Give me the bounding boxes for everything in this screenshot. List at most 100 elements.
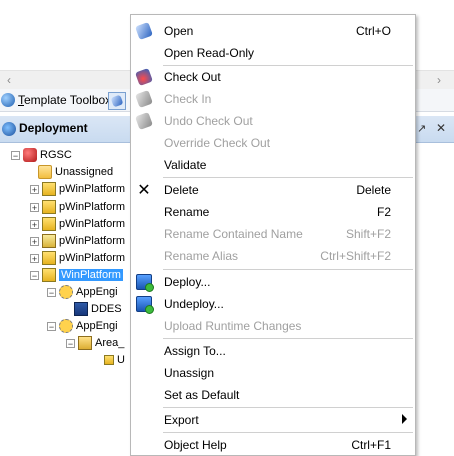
expand-icon[interactable]: + [30, 253, 39, 263]
close-icon[interactable]: ✕ [436, 121, 446, 135]
deployment-icon [2, 122, 16, 136]
menu-item-delete[interactable]: ✕ Delete Delete [131, 179, 415, 201]
tree-node-label: WinPlatform [59, 269, 123, 281]
platform-icon [42, 251, 56, 265]
area-icon [78, 336, 92, 350]
tree-node-label: AppEngi [76, 286, 118, 298]
menu-item-validate[interactable]: Validate [131, 154, 415, 176]
menu-separator [163, 432, 413, 433]
tree-node-label: Area_ [95, 337, 125, 349]
menu-separator [163, 407, 413, 408]
tree-node-label: pWinPlatform [59, 218, 126, 230]
collapse-icon[interactable]: − [47, 287, 56, 297]
context-menu: Open Ctrl+O Open Read-Only Check Out Che… [130, 14, 416, 456]
collapse-icon[interactable]: − [66, 338, 75, 348]
menu-item-label: Object Help [164, 438, 227, 452]
expand-icon[interactable]: + [30, 184, 39, 194]
delete-x-icon: ✕ [137, 182, 151, 199]
menu-item-label: Rename [164, 205, 210, 219]
menu-item-shortcut: Delete [356, 183, 391, 197]
tree-node-label: pWinPlatform [59, 252, 126, 264]
tree-node-label: RGSC [40, 149, 72, 161]
menu-item-label: Undeploy... [164, 297, 224, 311]
menu-item-object-help[interactable]: Object Help Ctrl+F1 [131, 434, 415, 456]
menu-separator [163, 338, 413, 339]
tree-node-platform-2[interactable]: + pWinPlatform [30, 199, 125, 215]
menu-item-upload-runtime-changes[interactable]: Upload Runtime Changes [131, 315, 415, 337]
expand-icon[interactable]: + [30, 202, 39, 212]
platform-icon [42, 268, 56, 282]
appengine-icon [59, 319, 73, 333]
menu-item-label: Undo Check Out [164, 114, 253, 128]
menu-item-check-in[interactable]: Check In [131, 88, 415, 110]
pin-icon[interactable]: ↗ [417, 122, 426, 135]
menu-item-label: Deploy... [164, 275, 211, 289]
tree-node-label: pWinPlatform [59, 235, 126, 247]
tree-node-label: pWinPlatform [59, 183, 126, 195]
template-toolbox-tab[interactable]: Template Toolbox [0, 91, 111, 109]
collapse-icon[interactable]: − [47, 321, 56, 331]
tree-node-label: pWinPlatform [59, 201, 126, 213]
galaxy-icon [23, 148, 37, 162]
tree-node-area[interactable]: − Area_ [66, 335, 124, 351]
menu-item-open-read-only[interactable]: Open Read-Only [131, 42, 415, 64]
menu-item-label: Assign To... [164, 344, 226, 358]
menu-item-open[interactable]: Open Ctrl+O [131, 20, 415, 42]
tree-node-platform-3[interactable]: + pWinPlatform [30, 216, 125, 232]
undo-check-out-icon [135, 112, 153, 130]
menu-item-undo-check-out[interactable]: Undo Check Out [131, 110, 415, 132]
menu-item-assign-to[interactable]: Assign To... [131, 340, 415, 362]
pen-icon [110, 94, 124, 108]
expand-icon[interactable]: + [30, 236, 39, 246]
ddes-object-icon [74, 302, 88, 316]
tree-node-winplatform-selected[interactable]: − WinPlatform [30, 267, 123, 283]
tree-node-ddes[interactable]: DDES [74, 301, 122, 317]
collapse-icon[interactable]: − [11, 150, 20, 160]
folder-icon [38, 165, 52, 179]
platform-icon [42, 182, 56, 196]
menu-item-label: Unassign [164, 366, 215, 380]
menu-item-shortcut: Ctrl+O [355, 24, 391, 38]
template-toolbox-icon [1, 93, 15, 107]
pen-icon [135, 22, 153, 40]
menu-item-shortcut: Ctrl+F1 [351, 438, 391, 452]
tree-node-unassigned[interactable]: Unassigned [38, 164, 113, 180]
menu-item-label: Upload Runtime Changes [164, 319, 302, 333]
menu-item-check-out[interactable]: Check Out [131, 66, 415, 88]
submenu-arrow-icon [402, 414, 407, 424]
menu-item-undeploy[interactable]: Undeploy... [131, 293, 415, 315]
tree-node-platform-4[interactable]: + pWinPlatform [30, 233, 125, 249]
menu-item-deploy[interactable]: Deploy... [131, 271, 415, 293]
scroll-right-arrow-icon[interactable]: › [430, 71, 448, 89]
tree-node-platform-1[interactable]: + pWinPlatform [30, 181, 125, 197]
menu-item-label: Override Check Out [164, 136, 271, 150]
menu-item-label: Delete [164, 183, 199, 197]
menu-item-export[interactable]: Export [131, 409, 415, 431]
menu-separator [163, 177, 413, 178]
collapse-icon[interactable]: − [30, 270, 39, 280]
tree-node-label: U [117, 354, 125, 366]
menu-item-unassign[interactable]: Unassign [131, 362, 415, 384]
menu-item-label: Open Read-Only [164, 46, 255, 60]
menu-item-override-check-out[interactable]: Override Check Out [131, 132, 415, 154]
menu-item-set-as-default[interactable]: Set as Default [131, 384, 415, 406]
platform-icon [42, 200, 56, 214]
menu-item-rename-contained-name[interactable]: Rename Contained Name Shift+F2 [131, 223, 415, 245]
menu-item-rename-alias[interactable]: Rename Alias Ctrl+Shift+F2 [131, 245, 415, 267]
check-out-icon [135, 68, 153, 86]
menu-item-label: Rename Alias [164, 249, 239, 263]
tree-node-rgsc[interactable]: − RGSC [11, 147, 72, 163]
tree-node-appengine-1[interactable]: − AppEngi [47, 284, 118, 300]
graphic-toolbox-tab-icon[interactable] [108, 92, 126, 110]
menu-item-label: Check Out [164, 70, 221, 84]
tree-node-platform-5[interactable]: + pWinPlatform [30, 250, 125, 266]
menu-item-rename[interactable]: Rename F2 [131, 201, 415, 223]
undeploy-icon [136, 296, 154, 314]
tree-node-appengine-2[interactable]: − AppEngi [47, 318, 118, 334]
menu-separator [163, 269, 413, 270]
platform-icon [42, 234, 56, 248]
tree-node-user[interactable]: U [104, 352, 125, 368]
expand-icon[interactable]: + [30, 219, 39, 229]
tree-node-label: DDES [91, 303, 122, 315]
scroll-left-arrow-icon[interactable]: ‹ [0, 71, 18, 89]
